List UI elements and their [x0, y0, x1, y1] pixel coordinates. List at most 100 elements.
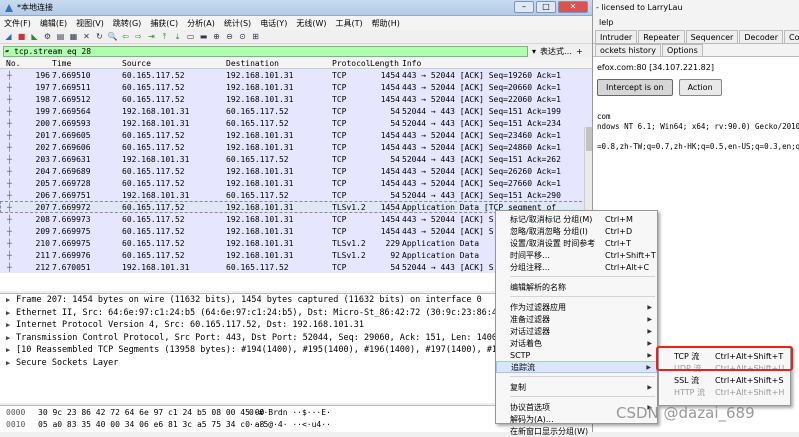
- close-icon[interactable]: ✕: [558, 1, 588, 13]
- menu-item[interactable]: 帮助(H): [372, 18, 400, 29]
- packet-row[interactable]: ┼ 198 7.669512 60.165.117.52 192.168.101.31 T…: [0, 93, 592, 105]
- context-menu-item[interactable]: SCTP ▶: [496, 349, 657, 361]
- context-menu-item[interactable]: 作为过滤器应用 ▶: [496, 301, 657, 313]
- packet-row[interactable]: ┼ 199 7.669564 192.168.101.31 60.165.117.52 T…: [0, 105, 592, 117]
- context-menu-item[interactable]: 标记/取消标记 分组(M) Ctrl+M: [496, 213, 657, 225]
- packet-time: 7.669728: [52, 178, 91, 188]
- open-file-icon[interactable]: ▤: [55, 31, 66, 42]
- capture-options-icon[interactable]: ⚙: [42, 31, 53, 42]
- burp-tab[interactable]: Sequencer: [685, 30, 739, 43]
- follow-stream-label: SSL 流: [674, 375, 700, 385]
- zoom-in-icon[interactable]: ⊕: [211, 31, 222, 42]
- maximize-icon[interactable]: □: [536, 1, 556, 13]
- intercept-toggle-button[interactable]: Intercept is on: [597, 79, 673, 96]
- main-toolbar: ◢ ■ ◣ ⚙ ▤ ▦ ✕ ↻ 🔍 ⇦ ⇨ ⇥ ⤒ ⤓ ▭ ▬ ⊕ ⊖ ⊙ ⊞: [0, 30, 592, 44]
- menu-item[interactable]: 无线(W): [296, 18, 326, 29]
- burp-tab[interactable]: Decoder: [739, 30, 784, 43]
- burp-subtab[interactable]: Options: [661, 44, 703, 56]
- display-filter-input[interactable]: ▰ tcp.stream eq 28: [3, 45, 528, 57]
- packet-no: 199: [35, 106, 50, 116]
- shark-fin-start-icon[interactable]: ◢: [3, 31, 14, 42]
- go-back-icon[interactable]: ⇦: [120, 31, 131, 42]
- context-menu-item[interactable]: 编辑解析的名称: [496, 281, 657, 293]
- first-packet-icon[interactable]: ⤒: [159, 31, 170, 42]
- context-menu-item[interactable]: 对话过滤器 ▶: [496, 325, 657, 337]
- column-header[interactable]: No.: [6, 59, 20, 68]
- go-to-packet-icon[interactable]: ⇥: [146, 31, 157, 42]
- burp-request-body[interactable]: com ndows NT 6.1; Win64; x64; rv:90.0) Ge…: [593, 96, 799, 152]
- expand-arrow-icon[interactable]: ▶: [6, 346, 12, 354]
- menu-item[interactable]: 电话(Y): [260, 18, 287, 29]
- packet-len: 1454: [380, 226, 400, 236]
- stop-capture-icon[interactable]: ■: [16, 31, 27, 42]
- context-menu-item[interactable]: 时间平移… Ctrl+Shift+T: [496, 249, 657, 261]
- column-header[interactable]: Info: [402, 59, 421, 68]
- save-file-icon[interactable]: ▦: [68, 31, 79, 42]
- go-forward-icon[interactable]: ⇨: [133, 31, 144, 42]
- packet-row[interactable]: ┼ 204 7.669689 60.165.117.52 192.168.101.31 T…: [0, 165, 592, 177]
- bookmark-icon[interactable]: ▰: [5, 47, 9, 56]
- context-menu-item[interactable]: 分组注释… Ctrl+Alt+C: [496, 261, 657, 273]
- add-filter-button[interactable]: +: [576, 47, 583, 56]
- burp-tab[interactable]: Repeater: [638, 30, 685, 43]
- packet-row[interactable]: ┼ 196 7.669510 60.165.117.52 192.168.101.31 T…: [0, 69, 592, 81]
- filter-dropdown-icon[interactable]: ▾: [532, 47, 536, 56]
- restart-capture-icon[interactable]: ◣: [29, 31, 40, 42]
- action-button[interactable]: Action: [678, 79, 722, 96]
- menu-item[interactable]: 文件(F): [4, 18, 31, 29]
- packet-row[interactable]: ┼ 201 7.669605 60.165.117.52 192.168.101.31 T…: [0, 129, 592, 141]
- colorize-icon[interactable]: ▬: [198, 31, 209, 42]
- packet-row[interactable]: ┼ 203 7.669631 192.168.101.31 60.165.117.52 T…: [0, 153, 592, 165]
- packet-row[interactable]: ┼ 197 7.669511 60.165.117.52 192.168.101.31 T…: [0, 81, 592, 93]
- menu-item[interactable]: 视图(V): [76, 18, 104, 29]
- close-file-icon[interactable]: ✕: [81, 31, 92, 42]
- resize-columns-icon[interactable]: ⊞: [250, 31, 261, 42]
- menu-item[interactable]: 捕获(C): [150, 18, 178, 29]
- expand-arrow-icon[interactable]: ▶: [6, 309, 12, 317]
- column-header[interactable]: Source: [122, 59, 151, 68]
- column-header[interactable]: Destination: [226, 59, 279, 68]
- context-menu-item[interactable]: 对话着色 ▶: [496, 337, 657, 349]
- menu-item[interactable]: 统计(S): [224, 18, 251, 29]
- expand-arrow-icon[interactable]: ▶: [6, 321, 12, 329]
- last-packet-icon[interactable]: ⤓: [172, 31, 183, 42]
- packet-row[interactable]: ┼ 202 7.669606 60.165.117.52 192.168.101.31 T…: [0, 141, 592, 153]
- burp-tab[interactable]: Comparer: [784, 30, 799, 43]
- zoom-out-icon[interactable]: ⊖: [224, 31, 235, 42]
- find-packet-icon[interactable]: 🔍: [107, 31, 118, 42]
- menu-item[interactable]: 编辑(E): [40, 18, 67, 29]
- context-menu-label: 编辑解析的名称: [510, 282, 566, 292]
- packet-row[interactable]: ┼ 206 7.669751 192.168.101.31 60.165.117.52 T…: [0, 189, 592, 201]
- burp-subtab[interactable]: ockets history: [595, 44, 661, 56]
- reload-icon[interactable]: ↻: [94, 31, 105, 42]
- column-header[interactable]: Time: [52, 59, 71, 68]
- expand-arrow-icon[interactable]: ▶: [6, 359, 12, 367]
- menu-item[interactable]: 工具(T): [335, 18, 362, 29]
- column-header[interactable]: Length: [370, 59, 399, 68]
- minimize-icon[interactable]: –: [514, 1, 534, 13]
- context-menu-item[interactable]: 在新窗口显示分组(W): [496, 425, 657, 437]
- packet-row[interactable]: ┼ 205 7.669728 60.165.117.52 192.168.101.31 T…: [0, 177, 592, 189]
- expand-arrow-icon[interactable]: ▶: [6, 296, 12, 304]
- context-menu-item[interactable]: 设置/取消设置 时间参考 Ctrl+T: [496, 237, 657, 249]
- packet-proto: TCP: [332, 214, 347, 224]
- expression-button[interactable]: 表达式…: [540, 46, 572, 57]
- burp-tab[interactable]: Intruder: [595, 30, 638, 43]
- column-header[interactable]: Protocol: [332, 59, 371, 68]
- menu-item[interactable]: 分析(A): [187, 18, 215, 29]
- burp-menu[interactable]: lelp: [593, 16, 799, 30]
- follow-stream-item[interactable]: SSL 流 Ctrl+Alt+Shift+S: [659, 374, 790, 386]
- context-menu-item[interactable]: 准备过滤器 ▶: [496, 313, 657, 325]
- menu-item[interactable]: 跳转(G): [113, 18, 141, 29]
- context-menu-item[interactable]: 复制 ▶: [496, 381, 657, 393]
- packet-proto: TCP: [332, 154, 347, 164]
- expand-arrow-icon[interactable]: ▶: [6, 334, 12, 342]
- context-menu-item[interactable]: 忽略/取消忽略 分组(I) Ctrl+D: [496, 225, 657, 237]
- packet-row[interactable]: ┼ 200 7.669593 192.168.101.31 60.165.117.52 T…: [0, 117, 592, 129]
- autoscroll-icon[interactable]: ▭: [185, 31, 196, 42]
- zoom-reset-icon[interactable]: ⊙: [237, 31, 248, 42]
- packet-proto: TCP: [332, 142, 347, 152]
- context-menu-item[interactable]: 追踪流 ▶: [496, 361, 657, 373]
- bytes-hex: 05 a0 83 35 40 00 34 06 e6 81 3c a5 75 3…: [38, 419, 265, 429]
- packet-no: 197: [35, 82, 50, 92]
